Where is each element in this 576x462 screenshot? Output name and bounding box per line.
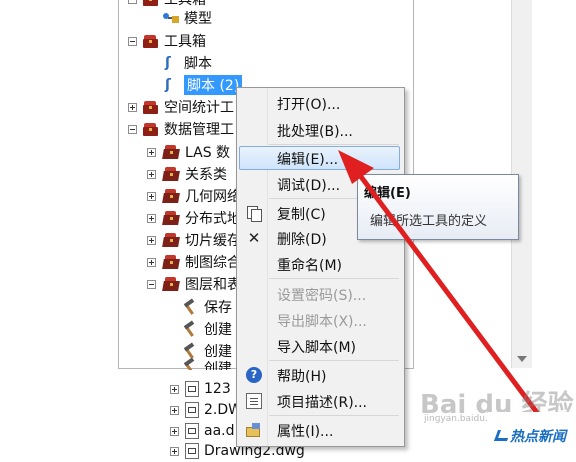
news-badge-text: 热点新闻 bbox=[510, 429, 566, 445]
annotation-arrow-icon bbox=[338, 150, 553, 433]
